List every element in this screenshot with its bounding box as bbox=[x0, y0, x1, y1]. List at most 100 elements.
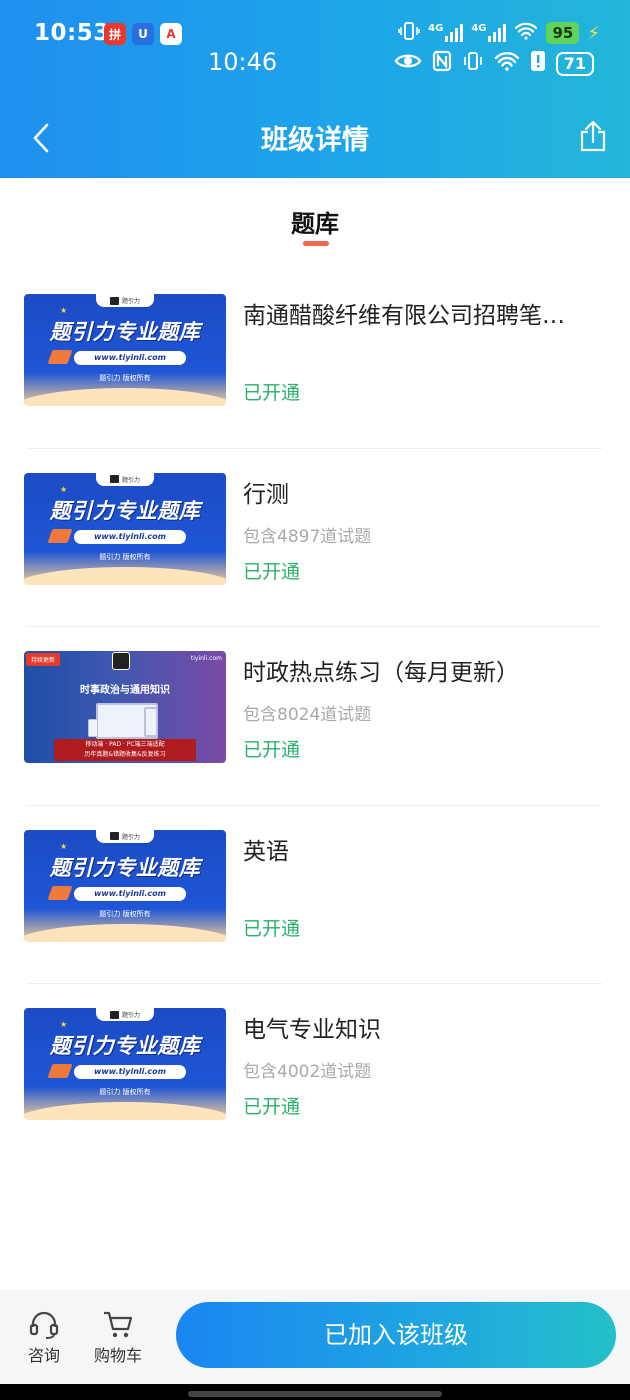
vibrate-icon bbox=[398, 22, 420, 44]
network-label: 4G bbox=[471, 22, 487, 34]
course-thumbnail: 题引力 ★ 题引力专业题库 www.tiyinli.com 题引力 版权所有 bbox=[24, 1008, 226, 1120]
item-status: 已开通 bbox=[243, 382, 301, 404]
phone-icon bbox=[88, 719, 98, 737]
item-title: 英语 bbox=[243, 838, 289, 865]
thumbnail-url: www.tiyinli.com bbox=[74, 351, 186, 365]
list-item[interactable]: 持续更新 tiyinli.com 时事政治与通用知识 移动端 · PAD · P… bbox=[0, 627, 630, 806]
class-detail-screen: 10:53 拼 U A 4G 4G 95 ⚡ 10:46 71 班级详情 题库 … bbox=[0, 0, 630, 1400]
thumbnail-headline: 题引力专业题库 bbox=[49, 855, 201, 880]
nfc-icon bbox=[432, 50, 452, 77]
star-icon: ★ bbox=[60, 841, 68, 851]
thumbnail-headline: 题引力专业题库 bbox=[49, 320, 201, 344]
eye-icon bbox=[394, 51, 422, 76]
course-thumbnail: 题引力 ★ 题引力专业题库 www.tiyinli.com 题引力 版权所有 bbox=[24, 472, 226, 585]
question-bank-list: 题引力 ★ 题引力专业题库 www.tiyinli.com 题引力 版权所有 南… bbox=[0, 270, 630, 1163]
thumbnail-url: www.tiyinli.com bbox=[74, 886, 186, 901]
item-title: 行测 bbox=[243, 481, 289, 508]
share-icon bbox=[580, 120, 606, 152]
header: 10:53 拼 U A 4G 4G 95 ⚡ 10:46 71 班级详情 bbox=[0, 0, 630, 178]
cart-icon bbox=[88, 1308, 148, 1342]
wifi-icon bbox=[514, 22, 538, 44]
item-count: 包含4002道试题 bbox=[243, 1062, 372, 1082]
star-icon: ★ bbox=[60, 306, 68, 315]
item-count: 包含4897道试题 bbox=[243, 526, 372, 547]
course-thumbnail: 题引力 ★ 题引力专业题库 www.tiyinli.com 题引力 版权所有 bbox=[24, 294, 226, 406]
thumbnail-copyright: 题引力 版权所有 bbox=[99, 374, 151, 382]
app-notification-icon: 拼 bbox=[104, 23, 126, 45]
banner-line: 历年真题&错题收集&反复练习 bbox=[84, 751, 166, 758]
list-item[interactable]: 题引力 ★ 题引力专业题库 www.tiyinli.com 题引力 版权所有 行… bbox=[0, 449, 630, 627]
battery-level: 71 bbox=[555, 51, 594, 76]
item-title: 电气专业知识 bbox=[243, 1017, 381, 1043]
charging-icon: ⚡ bbox=[587, 22, 600, 44]
page-title: 班级详情 bbox=[261, 125, 369, 156]
thumbnail-headline: 题引力专业题库 bbox=[49, 498, 201, 523]
logo-text: 题引力 bbox=[121, 833, 140, 841]
cart-label: 购物车 bbox=[93, 1346, 142, 1365]
list-item[interactable]: 题引力 ★ 题引力专业题库 www.tiyinli.com 题引力 版权所有 电… bbox=[0, 984, 630, 1163]
signal-icon bbox=[488, 24, 507, 42]
tab-indicator bbox=[303, 241, 329, 246]
item-title: 时政热点练习（每月更新） bbox=[243, 660, 519, 686]
thumbnail-copyright: 题引力 版权所有 bbox=[99, 909, 151, 918]
book-icon bbox=[47, 350, 73, 364]
consult-button[interactable]: 咨询 bbox=[14, 1308, 74, 1366]
logo-text: 题引力 bbox=[121, 1012, 140, 1019]
item-status: 已开通 bbox=[243, 1096, 301, 1118]
app-notification-icon: A bbox=[160, 23, 182, 45]
list-item[interactable]: 题引力 ★ 题引力专业题库 www.tiyinli.com 题引力 版权所有 南… bbox=[0, 270, 630, 449]
vibrate-icon bbox=[462, 51, 484, 76]
system-status: 4G 4G 95 ⚡ bbox=[398, 22, 600, 44]
thumbnail-headline: 题引力专业题库 bbox=[49, 1034, 201, 1058]
brand-logo: 题引力 bbox=[96, 294, 154, 307]
battery-level: 95 bbox=[546, 22, 580, 44]
thumbnail-copyright: 题引力 版权所有 bbox=[99, 552, 151, 561]
cart-button[interactable]: 购物车 bbox=[88, 1308, 148, 1366]
secondary-time: 10:46 bbox=[208, 48, 278, 76]
book-icon bbox=[47, 528, 73, 543]
bottom-action-bar: 咨询 购物车 已加入该班级 bbox=[0, 1290, 630, 1384]
banner-line: 移动端 · PAD · PC端三端适配 bbox=[85, 741, 165, 748]
item-status: 已开通 bbox=[243, 739, 301, 761]
secondary-status: 71 bbox=[394, 50, 594, 77]
logo-text: 题引力 bbox=[121, 476, 140, 484]
item-status: 已开通 bbox=[243, 560, 301, 583]
notification-icons: 拼 U A bbox=[104, 23, 182, 45]
thumbnail-copyright: 题引力 版权所有 bbox=[99, 1088, 151, 1096]
star-icon: ★ bbox=[60, 1020, 68, 1029]
thumbnail-url: www.tiyinli.com bbox=[74, 1065, 186, 1079]
course-thumbnail: 题引力 ★ 题引力专业题库 www.tiyinli.com 题引力 版权所有 bbox=[24, 829, 226, 942]
tablet-icon bbox=[144, 707, 158, 737]
brand-logo: 题引力 bbox=[96, 829, 154, 843]
item-status: 已开通 bbox=[243, 917, 301, 940]
book-icon bbox=[47, 1064, 73, 1078]
brand-logo bbox=[112, 652, 130, 670]
consult-label: 咨询 bbox=[27, 1346, 60, 1365]
thumbnail-headline: 时事政治与通用知识 bbox=[80, 685, 170, 696]
joined-class-button[interactable]: 已加入该班级 bbox=[176, 1302, 616, 1368]
book-icon bbox=[47, 885, 73, 900]
status-time: 10:53 bbox=[34, 20, 110, 46]
thumbnail-wave bbox=[24, 566, 226, 585]
home-indicator[interactable] bbox=[188, 1391, 442, 1397]
update-tag: 持续更新 bbox=[26, 653, 61, 666]
tab-question-bank[interactable]: 题库 bbox=[0, 204, 630, 239]
share-button[interactable] bbox=[576, 116, 610, 156]
thumbnail-wave bbox=[24, 923, 226, 942]
network-label: 4G bbox=[428, 22, 444, 34]
star-icon: ★ bbox=[60, 484, 68, 494]
list-item[interactable]: 题引力 ★ 题引力专业题库 www.tiyinli.com 题引力 版权所有 英… bbox=[0, 806, 630, 984]
course-thumbnail: 持续更新 tiyinli.com 时事政治与通用知识 移动端 · PAD · P… bbox=[24, 651, 226, 763]
item-count: 包含8024道试题 bbox=[243, 705, 372, 725]
tab-bar: 题库 bbox=[0, 178, 630, 258]
item-title: 南通醋酸纤维有限公司招聘笔… bbox=[243, 303, 565, 329]
logo-text: 题引力 bbox=[121, 298, 140, 305]
status-bar: 10:53 拼 U A 4G 4G 95 ⚡ bbox=[0, 18, 630, 54]
signal-icon bbox=[445, 24, 464, 42]
thumbnail-banner: 移动端 · PAD · PC端三端适配 历年真题&错题收集&反复练习 bbox=[54, 739, 196, 761]
brand-logo: 题引力 bbox=[96, 472, 154, 486]
thumbnail-url: www.tiyinli.com bbox=[74, 529, 186, 544]
headset-icon bbox=[14, 1308, 74, 1342]
app-notification-icon: U bbox=[132, 23, 154, 45]
wifi-icon bbox=[494, 51, 520, 76]
